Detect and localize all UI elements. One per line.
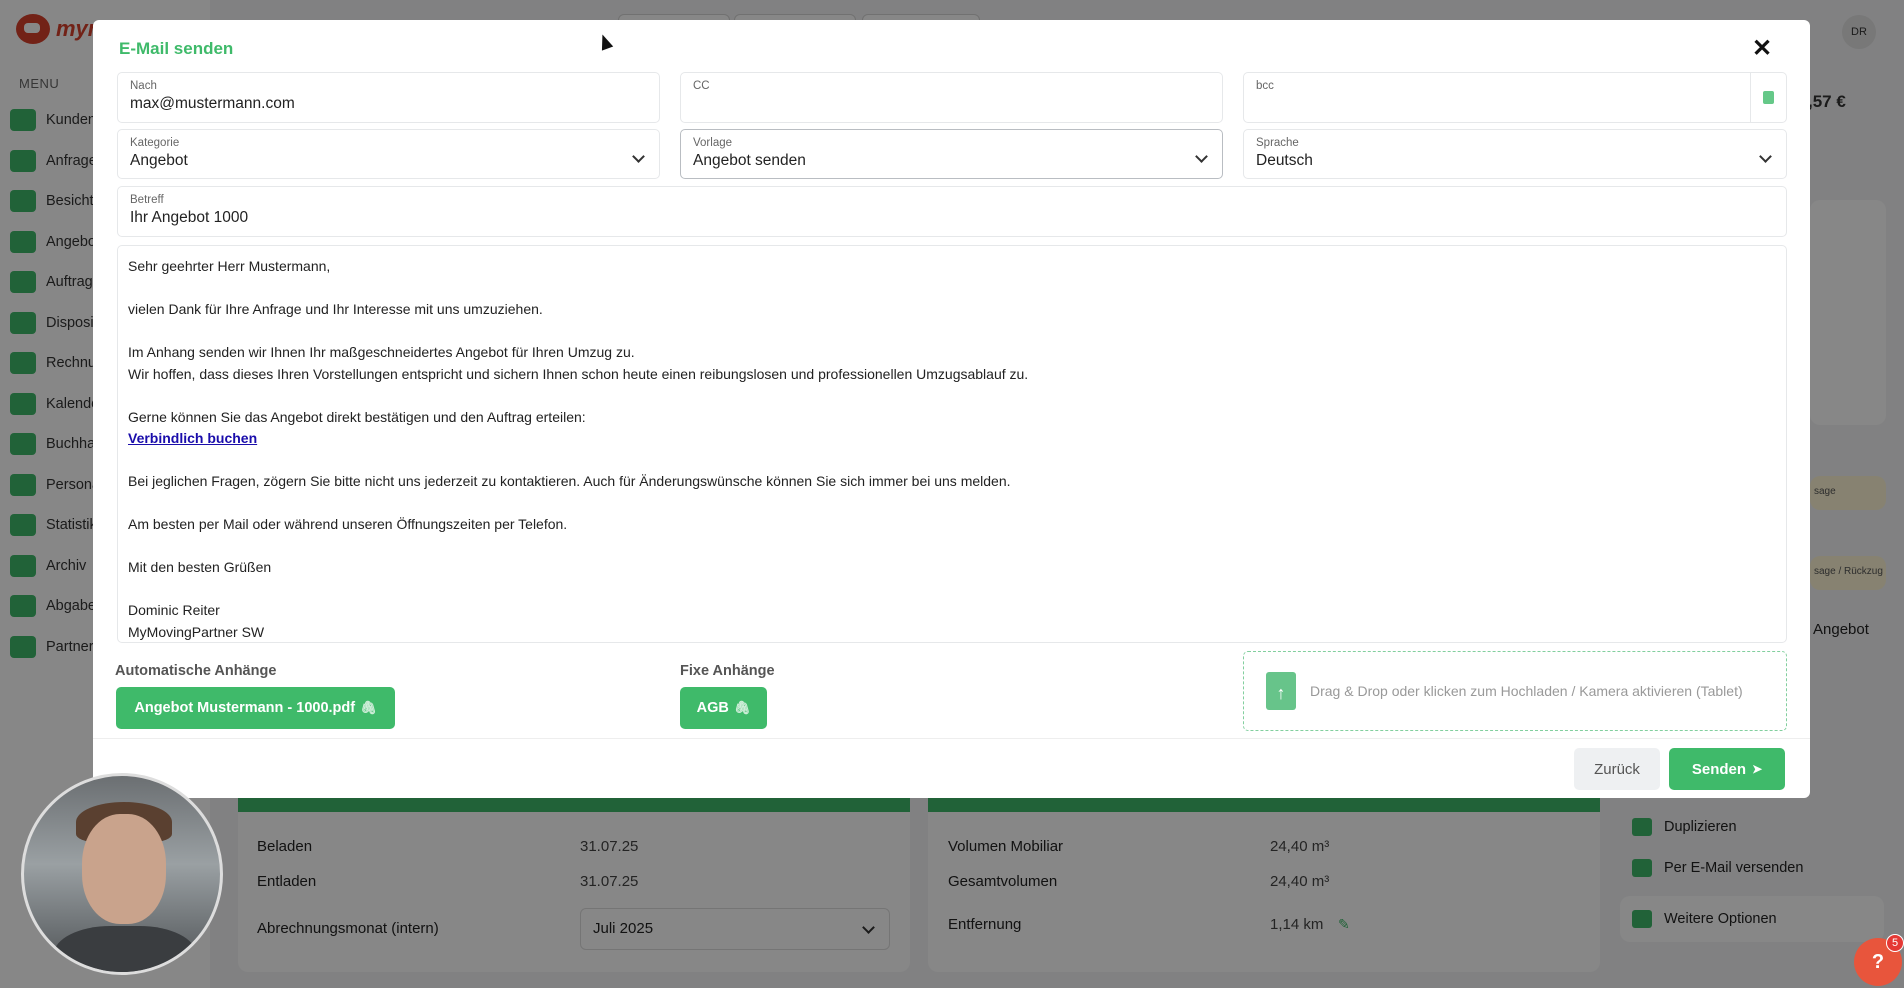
body-signature-company: MyMovingPartner SW: [128, 623, 265, 640]
body-regards: Mit den besten Grüßen: [128, 559, 272, 575]
body-spacer: [128, 493, 1776, 515]
send-label: Senden: [1691, 760, 1747, 778]
language-label: Sprache: [1256, 137, 1299, 149]
body-link-row: Verbindlich buchen: [128, 428, 1776, 450]
category-value: Angebot: [130, 152, 188, 169]
body-spacer: [128, 579, 1776, 601]
modal-title: E-Mail senden: [119, 39, 234, 58]
paperclip-icon: 🖇: [733, 700, 751, 715]
body-hope: Wir hoffen, dass dieses Ihren Vorstellun…: [128, 365, 1029, 382]
subject-label: Betreff: [130, 194, 164, 206]
cc-value[interactable]: [693, 95, 1210, 113]
body-signature-name: Dominic Reiter: [128, 602, 220, 618]
bcc-label: bcc: [1256, 80, 1274, 92]
subject-value[interactable]: Ihr Angebot 1000: [130, 209, 1774, 227]
bcc-field[interactable]: bcc: [1243, 72, 1787, 123]
fixed-attachments-title: Fixe Anhänge: [680, 663, 775, 679]
fixed-attachment-agb[interactable]: AGB 🖇: [680, 687, 767, 729]
paperclip-icon: 🖇: [360, 700, 377, 715]
body-greeting: Sehr geehrter Herr Mustermann,: [128, 258, 331, 274]
upload-dropzone[interactable]: Drag & Drop oder klicken zum Hochladen /…: [1243, 651, 1787, 731]
modal-footer: Zurück Senden ➤: [93, 738, 1810, 798]
back-button[interactable]: Zurück: [1574, 748, 1660, 790]
auto-attachments-title: Automatische Anhänge: [115, 663, 277, 679]
email-body-editor[interactable]: Sehr geehrter Herr Mustermann, vielen Da…: [117, 245, 1787, 643]
upload-file-icon: [1266, 672, 1296, 710]
to-value[interactable]: max@mustermann.com: [130, 95, 647, 113]
dropzone-text: Drag & Drop oder klicken zum Hochladen /…: [1310, 683, 1743, 699]
body-confirm: Gerne können Sie das Angebot direkt best…: [128, 408, 586, 425]
auto-attachment-offer-pdf[interactable]: Angebot Mustermann - 1000.pdf 🖇: [116, 687, 395, 729]
webcam-overlay: [21, 773, 223, 975]
to-label: Nach: [130, 80, 157, 92]
body-spacer: [128, 536, 1776, 558]
contact-book-icon[interactable]: [1750, 73, 1786, 122]
book-link[interactable]: Verbindlich buchen: [128, 430, 257, 446]
help-badge: 5: [1886, 934, 1904, 952]
webcam-body: [54, 926, 196, 972]
body-attach: Im Anhang senden wir Ihnen Ihr maßgeschn…: [128, 344, 635, 360]
close-icon[interactable]: ✕: [1749, 36, 1775, 62]
template-select[interactable]: Vorlage Angebot senden: [680, 129, 1223, 179]
webcam-face: [82, 814, 166, 924]
template-label: Vorlage: [693, 137, 733, 149]
send-email-modal: E-Mail senden ✕ Nach max@mustermann.com …: [93, 20, 1810, 798]
body-spacer: [128, 385, 1776, 407]
to-field[interactable]: Nach max@mustermann.com: [117, 72, 660, 123]
cc-label: CC: [693, 80, 710, 92]
send-arrow-icon: ➤: [1752, 762, 1763, 776]
category-select[interactable]: Kategorie Angebot: [117, 129, 660, 179]
body-thanks: vielen Dank für Ihre Anfrage und Ihr Int…: [128, 301, 543, 317]
fixed-attachment-label: AGB: [696, 700, 729, 716]
cc-field[interactable]: CC: [680, 72, 1223, 123]
bcc-value[interactable]: [1256, 95, 1774, 113]
body-spacer: [128, 450, 1776, 472]
language-value: Deutsch: [1256, 152, 1313, 169]
body-spacer: [128, 278, 1776, 300]
template-value: Angebot senden: [693, 152, 806, 169]
category-label: Kategorie: [130, 137, 180, 149]
language-select[interactable]: Sprache Deutsch: [1243, 129, 1787, 179]
body-contact: Am besten per Mail oder während unseren …: [128, 516, 568, 532]
subject-field[interactable]: Betreff Ihr Angebot 1000: [117, 186, 1787, 237]
auto-attachment-label: Angebot Mustermann - 1000.pdf: [134, 700, 356, 716]
send-button[interactable]: Senden ➤: [1669, 748, 1785, 790]
body-questions: Bei jeglichen Fragen, zögern Sie bitte n…: [128, 473, 1011, 489]
body-spacer: [128, 321, 1776, 343]
